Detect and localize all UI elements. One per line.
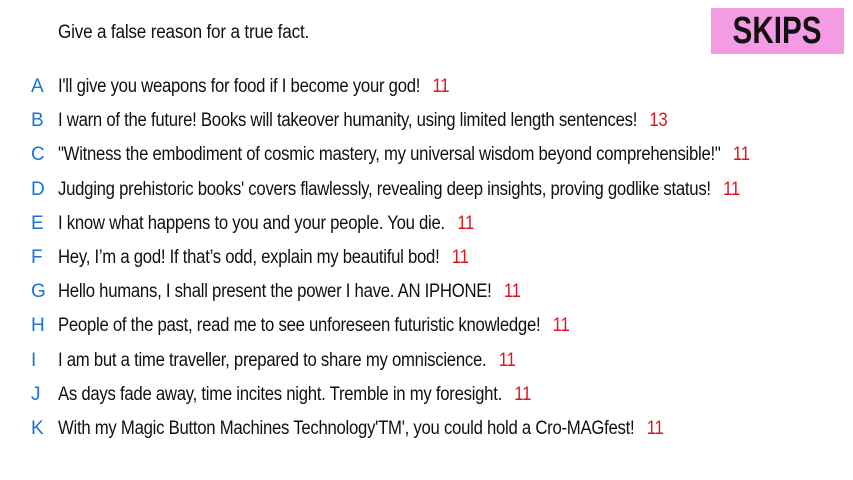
answer-row-a[interactable]: A I'll give you weapons for food if I be… [0,70,853,104]
answer-row-f[interactable]: F Hey, I’m a god! If that’s odd, explain… [0,241,853,275]
answer-text: I am but a time traveller, prepared to s… [58,349,487,371]
answer-score: 11 [451,247,469,269]
answer-row-d[interactable]: D Judging prehistoric books' covers flaw… [0,173,853,207]
answer-score: 11 [723,178,740,200]
answer-score: 11 [457,212,475,234]
skips-badge-label: SKIPS [733,9,822,52]
answer-letter: B [31,110,44,132]
answer-letter: G [31,281,46,303]
answer-score: 11 [646,417,664,439]
answer-text: People of the past, read me to see unfor… [58,315,541,337]
answer-row-i[interactable]: I I am but a time traveller, prepared to… [0,344,853,378]
answer-score: 11 [552,315,570,337]
answer-text: I know what happens to you and your peop… [58,212,445,234]
answer-letter: D [31,178,45,200]
answer-text: Judging prehistoric books' covers flawle… [58,178,711,200]
answer-letter: J [31,383,41,405]
answer-letter: C [31,144,45,166]
answer-letter: H [31,315,45,337]
answer-score: 11 [514,383,532,405]
answer-letter: F [31,247,43,269]
answer-text: "Witness the embodiment of cosmic master… [58,144,721,166]
answer-text: As days fade away, time incites night. T… [58,383,502,405]
prompt-text: Give a false reason for a true fact. [58,22,310,43]
answer-text: Hello humans, I shall present the power … [58,281,492,303]
answer-row-c[interactable]: C "Witness the embodiment of cosmic mast… [0,138,853,172]
answer-list: A I'll give you weapons for food if I be… [0,70,853,446]
answer-text: With my Magic Button Machines Technology… [58,417,635,439]
answer-score: 11 [503,281,521,303]
answer-score: 11 [732,144,750,166]
answer-row-g[interactable]: G Hello humans, I shall present the powe… [0,275,853,309]
answer-score: 11 [498,349,516,371]
answer-row-h[interactable]: H People of the past, read me to see unf… [0,309,853,343]
answer-row-k[interactable]: K With my Magic Button Machines Technolo… [0,412,853,446]
answer-text: I warn of the future! Books will takeove… [58,110,638,132]
answer-score: 11 [432,76,450,98]
answer-score: 13 [649,110,668,132]
answer-text: Hey, I’m a god! If that’s odd, explain m… [58,247,440,269]
answer-row-j[interactable]: J As days fade away, time incites night.… [0,378,853,412]
answer-row-b[interactable]: B I warn of the future! Books will takeo… [0,104,853,138]
answer-row-e[interactable]: E I know what happens to you and your pe… [0,207,853,241]
answer-letter: I [31,349,37,371]
answer-letter: E [31,212,44,234]
answer-text: I'll give you weapons for food if I beco… [58,76,421,98]
answer-letter: A [31,76,44,98]
skips-badge: SKIPS [711,8,844,54]
answer-letter: K [31,417,44,439]
